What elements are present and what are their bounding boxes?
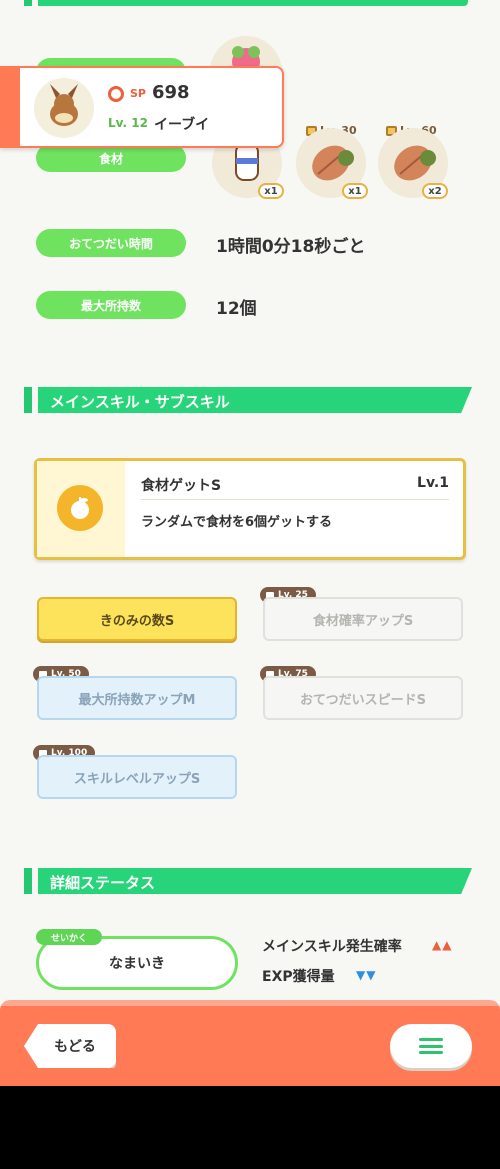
sub-skill-2[interactable]: 食材確率アップS — [263, 597, 463, 641]
nature-down-effect: EXP獲得量 — [262, 969, 335, 985]
nature-tag: せいかく — [36, 929, 102, 945]
sp-label: SP — [130, 87, 146, 100]
main-skill-card[interactable]: 食材ゲットS Lv.1 ランダムで食材を6個ゲットする — [34, 458, 466, 560]
sp-pokeball-icon — [108, 86, 124, 102]
back-button[interactable]: もどる — [24, 1024, 116, 1068]
top-section-bar — [24, 0, 468, 6]
sub-skill-1[interactable]: きのみの数S — [37, 597, 237, 641]
apple-icon — [57, 485, 103, 531]
sub-skill-3[interactable]: 最大所持数アップM — [37, 676, 237, 720]
ingredient-qty-2: x1 — [342, 183, 368, 199]
system-nav-area — [0, 1086, 500, 1169]
divider — [141, 499, 449, 500]
menu-button[interactable] — [390, 1024, 472, 1068]
main-skill-level: Lv.1 — [417, 475, 449, 491]
skills-section-header: メインスキル・サブスキル — [24, 387, 472, 413]
ingredient-qty-3: x2 — [422, 183, 448, 199]
detail-section-header: 詳細ステータス — [24, 868, 472, 894]
menu-icon — [419, 1038, 443, 1054]
pokemon-level: Lv. 12 — [108, 116, 148, 130]
section-title: 詳細ステータス — [50, 874, 156, 892]
max-carry-value: 12個 — [216, 299, 257, 319]
card-stripe — [2, 68, 20, 146]
eevee-avatar — [34, 78, 94, 138]
help-time-label: おてつだい時間 — [36, 229, 186, 257]
sub-skill-5[interactable]: スキルレベルアップS — [37, 755, 237, 799]
sp-value: 698 — [152, 82, 190, 103]
main-skill-description: ランダムで食材を6個ゲットする — [141, 515, 333, 530]
up-arrows-icon: ▲▲ — [432, 938, 453, 952]
pokemon-name: イーブイ — [154, 117, 210, 133]
ingredients-label: 食材 — [36, 144, 186, 172]
ingredient-qty-1: x1 — [258, 183, 284, 199]
help-time-value: 1時間0分18秒ごと — [216, 237, 366, 257]
down-arrows-icon: ▼▼ — [356, 968, 377, 982]
max-carry-label: 最大所持数 — [36, 291, 186, 319]
pokemon-summary-card[interactable]: SP 698 Lv. 12 イーブイ — [0, 66, 284, 148]
sub-skill-4[interactable]: おてつだいスピードS — [263, 676, 463, 720]
section-title: メインスキル・サブスキル — [50, 393, 230, 411]
nature-up-effect: メインスキル発生確率 — [262, 939, 402, 955]
main-skill-name: 食材ゲットS — [141, 478, 222, 494]
